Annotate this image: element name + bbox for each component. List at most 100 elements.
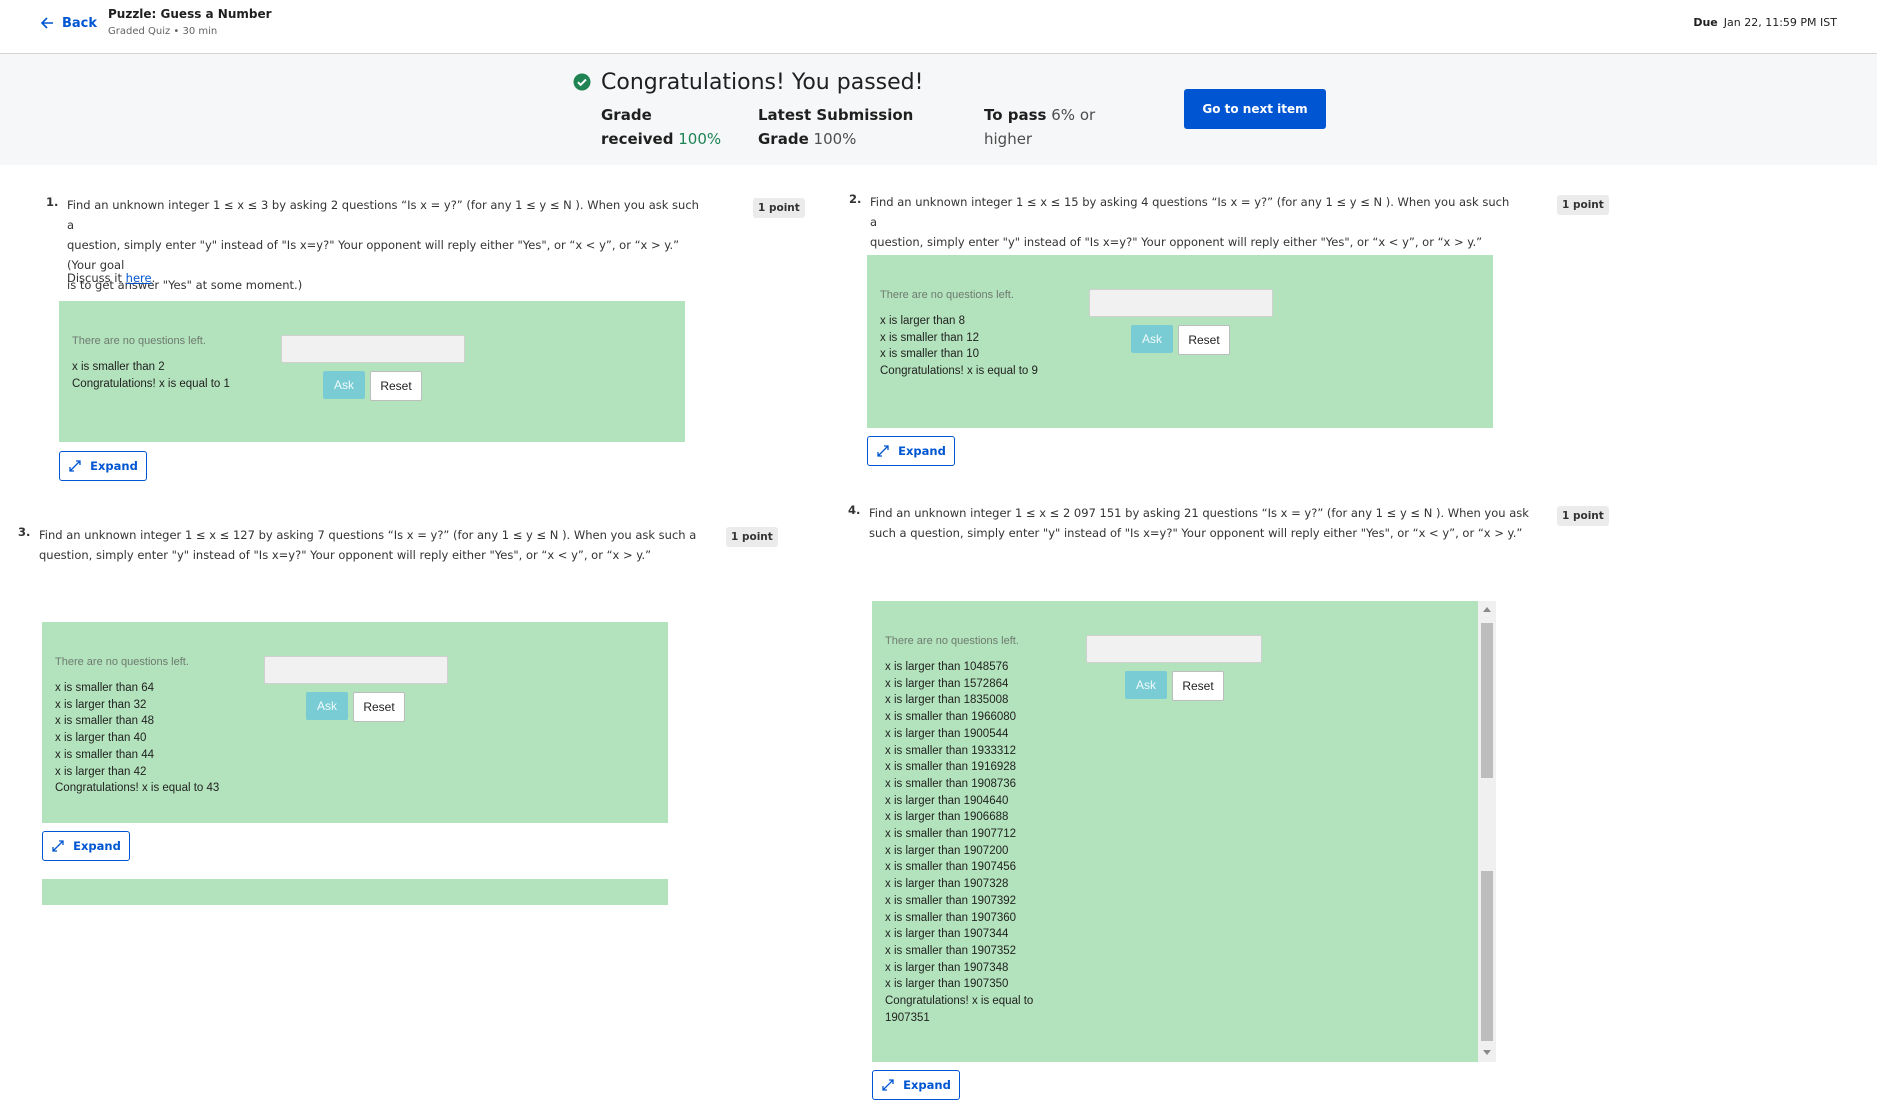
question-text: Find an unknown integer 1 ≤ x ≤ 3 by ask… (67, 195, 707, 295)
expand-button[interactable]: Expand (59, 451, 147, 481)
answer-log: x is larger than 1048576 x is larger tha… (885, 659, 1033, 1026)
log-line: x is smaller than 44 (55, 748, 155, 761)
log-line: x is smaller than 1916928 (885, 761, 1017, 774)
log-line: Congratulations! x is equal to (885, 995, 1034, 1008)
question-number: 4. (848, 503, 861, 517)
game-widget: There are no questions left. x is smalle… (42, 622, 668, 823)
latest-label-2: Grade (758, 130, 809, 148)
guess-input[interactable] (1086, 635, 1262, 663)
reset-button[interactable]: Reset (353, 692, 405, 722)
guess-input[interactable] (1089, 289, 1273, 317)
latest-label: Latest Submission (758, 106, 914, 124)
expand-label: Expand (90, 459, 138, 473)
log-line: Congratulations! x is equal to 9 (880, 365, 1038, 378)
pass-label: To pass (984, 106, 1047, 124)
expand-label: Expand (903, 1078, 951, 1092)
log-line: x is larger than 1835008 (885, 694, 1009, 707)
log-line: x is larger than 40 (55, 732, 147, 745)
question-number: 2. (849, 192, 862, 206)
question-line: such a question, simply enter "y" instea… (869, 526, 1523, 540)
question-number: 3. (18, 525, 31, 539)
guess-input[interactable] (281, 335, 465, 363)
log-line: x is larger than 1907328 (885, 878, 1009, 891)
ask-button[interactable]: Ask (1131, 325, 1173, 353)
game-widget: There are no questions left. x is larger… (867, 255, 1493, 428)
due-label: Due (1693, 16, 1718, 29)
question-line: Find an unknown integer 1 ≤ x ≤ 2 097 15… (869, 506, 1529, 520)
log-line: x is larger than 1904640 (885, 794, 1009, 807)
log-line: x is smaller than 1933312 (885, 744, 1017, 757)
scroll-down-icon[interactable] (1483, 1050, 1491, 1055)
question-line: question, simply enter "y" instead of "I… (870, 235, 1483, 249)
log-line: x is smaller than 1908736 (885, 777, 1017, 790)
points-badge: 1 point (753, 198, 805, 218)
log-line: x is smaller than 1907360 (885, 911, 1017, 924)
log-line: x is smaller than 1907456 (885, 861, 1017, 874)
ask-button[interactable]: Ask (1125, 671, 1167, 699)
page-title: Puzzle: Guess a Number (108, 7, 272, 21)
question-line: is to get answer "Yes" at some moment.) (67, 278, 303, 292)
expand-icon (69, 460, 81, 472)
back-button[interactable]: Back (38, 14, 97, 32)
reset-button[interactable]: Reset (1178, 325, 1230, 355)
log-line: x is larger than 1048576 (885, 661, 1009, 673)
game-widget: There are no questions left. x is larger… (872, 601, 1478, 1062)
page-subtitle: Graded Quiz • 30 min (108, 26, 218, 37)
to-pass: To pass 6% or higher (984, 103, 1095, 151)
scrollbar-thumb-lower[interactable] (1481, 871, 1493, 1041)
result-banner (0, 54, 1877, 165)
check-circle-icon (573, 73, 591, 91)
log-line: x is larger than 1906688 (885, 811, 1009, 824)
ask-button[interactable]: Ask (323, 371, 365, 399)
question-line: Find an unknown integer 1 ≤ x ≤ 3 by ask… (67, 198, 699, 232)
due-value: Jan 22, 11:59 PM IST (1723, 16, 1837, 29)
reset-button[interactable]: Reset (1172, 671, 1224, 701)
log-line: x is smaller than 64 (55, 682, 155, 694)
discuss-text: Discuss it (67, 271, 126, 285)
log-line: Congratulations! x is equal to 1 (72, 377, 230, 390)
expand-label: Expand (898, 444, 946, 458)
expand-icon (877, 445, 889, 457)
due-date: Due Jan 22, 11:59 PM IST (1693, 16, 1837, 29)
grade-received: Grade received 100% (601, 103, 721, 151)
game-widget-placeholder (42, 879, 668, 905)
no-questions-message: There are no questions left. (880, 289, 1014, 301)
question-text: Find an unknown integer 1 ≤ x ≤ 2 097 15… (869, 503, 1529, 543)
log-line: x is smaller than 1966080 (885, 711, 1017, 724)
back-label: Back (62, 15, 98, 31)
question-line: Find an unknown integer 1 ≤ x ≤ 127 by a… (39, 528, 697, 542)
pass-value-2: higher (984, 130, 1033, 148)
widget-scrollbar[interactable] (1478, 601, 1496, 1062)
question-number: 1. (46, 195, 59, 209)
log-line: x is smaller than 1907712 (885, 828, 1017, 841)
log-line: x is smaller than 1907392 (885, 894, 1017, 907)
log-line: x is larger than 1907350 (885, 978, 1009, 991)
expand-button[interactable]: Expand (867, 436, 955, 466)
ask-button[interactable]: Ask (306, 692, 348, 720)
next-item-button[interactable]: Go to next item (1184, 89, 1326, 129)
reset-button[interactable]: Reset (370, 371, 422, 401)
question-line: question, simply enter "y" instead of "I… (39, 548, 652, 562)
no-questions-message: There are no questions left. (885, 635, 1019, 647)
grade-label-2: received (601, 130, 674, 148)
question-text: Find an unknown integer 1 ≤ x ≤ 127 by a… (39, 525, 699, 565)
no-questions-message: There are no questions left. (72, 335, 206, 347)
pass-value: 6% or (1051, 106, 1096, 124)
expand-button[interactable]: Expand (872, 1070, 960, 1100)
discuss-link[interactable]: here (126, 271, 152, 285)
expand-icon (882, 1079, 894, 1091)
latest-submission: Latest Submission Grade 100% (758, 103, 913, 151)
scrollbar-thumb[interactable] (1481, 623, 1493, 778)
answer-log: x is smaller than 64 x is larger than 32… (55, 680, 219, 797)
points-badge: 1 point (726, 527, 778, 547)
log-line: Congratulations! x is equal to 43 (55, 782, 220, 795)
log-line: x is larger than 1907200 (885, 844, 1009, 857)
top-bar (0, 0, 1877, 54)
expand-button[interactable]: Expand (42, 831, 130, 861)
guess-input[interactable] (264, 656, 448, 684)
log-line: x is smaller than 48 (55, 715, 155, 728)
log-line: x is smaller than 2 (72, 361, 165, 373)
no-questions-message: There are no questions left. (55, 656, 189, 668)
scroll-up-icon[interactable] (1483, 607, 1491, 612)
answer-log: x is smaller than 2 Congratulations! x i… (72, 359, 230, 392)
